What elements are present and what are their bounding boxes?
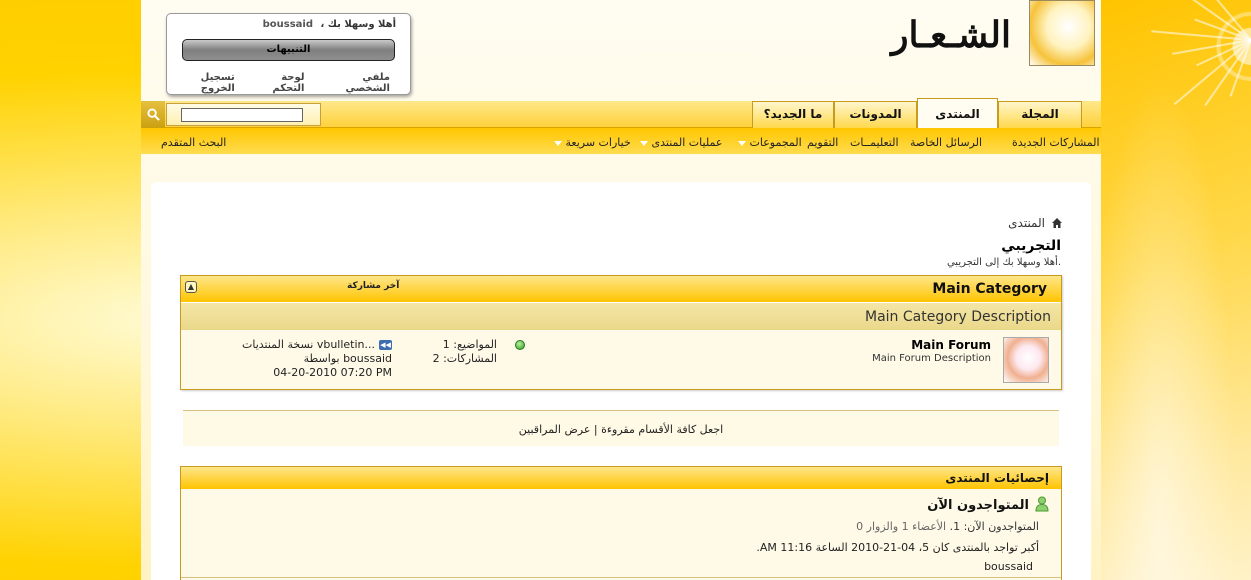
breadcrumb: المنتدى	[1008, 216, 1063, 230]
online-record: أكبر تواجد بالمنتدى كان 5، 04-21-2010 ال…	[756, 541, 1039, 554]
online-user-link[interactable]: boussaid	[984, 560, 1033, 573]
home-icon[interactable]	[1051, 217, 1063, 229]
actions-separator: |	[593, 423, 598, 436]
search-button[interactable]	[141, 101, 165, 128]
nav-forum-actions-label: عمليات المنتدى	[651, 136, 723, 149]
tab-magazine[interactable]: المجلة	[998, 101, 1082, 128]
chevron-down-icon	[738, 140, 746, 146]
forum-actions-bar: اجعل كافة الأقسام مقروءة | عرض المراقبين	[183, 410, 1059, 446]
forum-stats: المواضيع: 1 المشاركات: 2	[427, 338, 497, 366]
stats-title: إحصائيات المنتدى	[945, 471, 1049, 485]
nav-quick-links[interactable]: خيارات سريعة	[551, 136, 631, 149]
nav-private-messages[interactable]: الرسائل الخاصة	[910, 136, 982, 149]
forum-last-post: نسخة المنتديات vbulletin... ◀◀ بواسطة bou…	[235, 338, 392, 380]
category-description: Main Category Description	[864, 309, 1051, 325]
nav-advanced-search[interactable]: البحث المتقدم	[161, 136, 226, 149]
user-links: ملفي الشخصي لوحة التحكم تسجيل الخروج	[167, 72, 390, 94]
threads-label: المواضيع:	[453, 338, 497, 351]
forum-name-link[interactable]: Main Forum	[911, 338, 991, 352]
nav-groups-label: المجموعات	[749, 136, 802, 149]
tabs-bar: المجلة المنتدى المدونات ما الجديد؟	[141, 98, 1101, 129]
sunburst-decoration	[1100, 0, 1251, 580]
chevron-down-icon	[554, 140, 562, 146]
tab-blogs[interactable]: المدونات	[834, 101, 917, 128]
profile-link[interactable]: ملفي الشخصي	[319, 72, 390, 94]
search-input[interactable]	[181, 108, 303, 122]
forum-stats-block: إحصائيات المنتدى المتواجدون الآن المتواج…	[180, 466, 1062, 580]
page-title: التجريبي	[1001, 238, 1061, 254]
welcome-line: أهلا وسهلا بك ، boussaid	[263, 19, 396, 30]
page-container: الشـعـار أهلا وسهلا بك ، boussaid التنبي…	[141, 0, 1101, 580]
control-panel-link[interactable]: لوحة التحكم	[249, 72, 304, 94]
online-users-icon	[1035, 496, 1049, 512]
category-block: Main Category آخر مشاركة ▲ Main Category…	[180, 275, 1062, 390]
last-post-author[interactable]: بواسطة boussaid	[235, 352, 392, 366]
forum-description: Main Forum Description	[872, 353, 991, 364]
navbar: المشاركات الجديدة الرسائل الخاصة التعليم…	[141, 128, 1101, 154]
category-title[interactable]: Main Category	[932, 281, 1047, 297]
online-detail: الأعضاء 1 والزوار 0	[856, 520, 947, 533]
nav-new-posts[interactable]: المشاركات الجديدة	[1012, 136, 1100, 149]
online-users-title: المتواجدون الآن	[927, 498, 1029, 513]
collapse-icon[interactable]: ▲	[185, 281, 197, 293]
welcome-text: أهلا وسهلا بك ،	[320, 19, 396, 30]
search-icon	[146, 108, 160, 121]
nav-quick-links-label: خيارات سريعة	[565, 136, 631, 149]
forum-icon	[1003, 337, 1049, 383]
last-post-header: آخر مشاركة	[347, 281, 400, 291]
notifications-button[interactable]: التنبيهات	[182, 39, 395, 61]
online-total: 1.	[949, 520, 961, 533]
category-description-row: Main Category Description	[181, 302, 1061, 330]
search-box	[166, 103, 321, 126]
tab-whats-new[interactable]: ما الجديد؟	[752, 101, 834, 128]
stats-header: إحصائيات المنتدى	[181, 467, 1061, 489]
nav-groups[interactable]: المجموعات	[735, 136, 802, 149]
logout-link[interactable]: تسجيل الخروج	[167, 72, 235, 94]
content-panel: المنتدى التجريبي أهلا وسهلا بك إلى التجر…	[151, 182, 1091, 580]
nav-calendar[interactable]: التقويم	[807, 136, 838, 149]
posts-value: 2	[432, 352, 440, 365]
page-description: أهلا وسهلا بك إلى التجريبي.	[946, 257, 1061, 268]
view-moderators-link[interactable]: عرض المراقبين	[519, 423, 591, 436]
online-count: المتواجدون الآن: 1. الأعضاء 1 والزوار 0	[856, 520, 1039, 533]
last-post-date: 04-20-2010 07:20 PM	[273, 366, 392, 379]
nav-forum-actions[interactable]: عمليات المنتدى	[637, 136, 722, 149]
welcome-box: أهلا وسهلا بك ، boussaid التنبيهات ملفي …	[166, 13, 411, 95]
username-link[interactable]: boussaid	[263, 19, 313, 30]
nav-faq[interactable]: التعليمــات	[850, 136, 899, 149]
site-logo[interactable]	[1029, 0, 1095, 66]
tab-forum[interactable]: المنتدى	[917, 98, 998, 129]
site-title: الشـعـار	[891, 14, 1011, 56]
last-post-title-link[interactable]: نسخة المنتديات vbulletin...	[242, 338, 375, 351]
forum-status-icon	[515, 340, 525, 350]
chevron-down-icon	[640, 140, 648, 146]
threads-value: 1	[442, 338, 450, 351]
category-header: Main Category آخر مشاركة ▲	[181, 276, 1061, 302]
posts-label: المشاركات:	[443, 352, 497, 365]
breadcrumb-forum[interactable]: المنتدى	[1008, 216, 1045, 230]
stats-divider	[181, 577, 1061, 578]
goto-last-post-icon[interactable]: ◀◀	[379, 340, 392, 350]
online-prefix: المتواجدون الآن:	[963, 520, 1039, 533]
mark-all-read-link[interactable]: اجعل كافة الأقسام مقروءة	[601, 423, 723, 436]
